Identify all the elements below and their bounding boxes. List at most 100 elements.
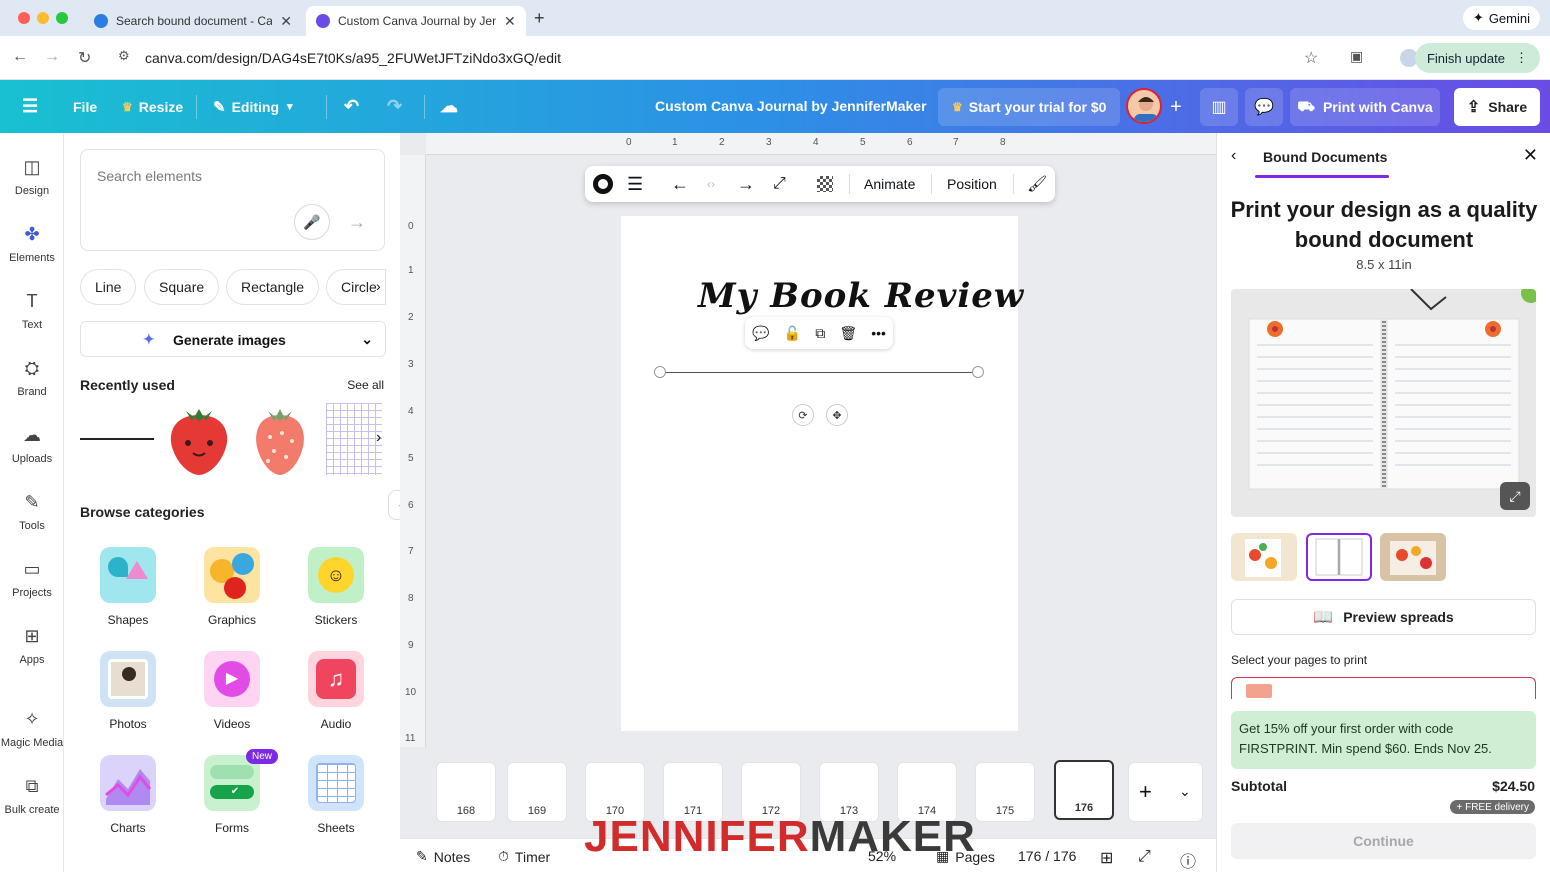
page-thumbnail-active[interactable]: 176 xyxy=(1054,760,1114,820)
finish-update-button[interactable]: Finish update ⋮ xyxy=(1414,43,1540,73)
grid-paper-element[interactable] xyxy=(326,403,382,475)
new-tab-button[interactable]: + xyxy=(534,8,545,29)
transparency-icon[interactable] xyxy=(817,166,833,202)
expand-icon[interactable]: ⤢ xyxy=(1500,482,1530,510)
rail-item-bulk-create[interactable]: ⧉ Bulk create xyxy=(0,776,64,816)
browser-tab-journal[interactable]: Custom Canva Journal by JenniferMaker ✕ xyxy=(306,6,526,36)
close-icon[interactable]: ✕ xyxy=(1523,145,1538,166)
rotate-icon[interactable]: ⟳ xyxy=(792,404,814,426)
chevron-right-icon[interactable]: › xyxy=(376,429,381,447)
animate-button[interactable]: Animate xyxy=(864,166,915,202)
variant-interior-option-selected[interactable] xyxy=(1306,533,1372,581)
selected-line-element[interactable] xyxy=(660,372,978,373)
rail-item-projects[interactable]: ▭ Projects xyxy=(0,559,64,599)
editing-mode-dropdown[interactable]: ✎ Editing ▾ xyxy=(213,80,293,133)
continue-button[interactable]: Continue xyxy=(1231,823,1536,859)
rail-item-brand[interactable]: ⛭ Brand xyxy=(0,358,64,398)
cast-icon[interactable]: ▣ xyxy=(1350,48,1363,65)
user-avatar[interactable] xyxy=(1126,88,1162,124)
page-thumbnail[interactable]: 169 xyxy=(507,762,567,822)
timer-button[interactable]: ⏱ Timer xyxy=(498,848,550,865)
resize-button[interactable]: ♛ Resize xyxy=(122,80,183,133)
see-all-link[interactable]: See all xyxy=(347,378,384,392)
preview-spreads-button[interactable]: 📖 Preview spreads xyxy=(1231,599,1536,635)
move-icon[interactable]: ✥ xyxy=(826,404,848,426)
close-window-button[interactable] xyxy=(18,12,30,24)
cloud-saved-icon[interactable]: ☁ xyxy=(440,80,458,133)
site-settings-icon[interactable]: ⚙ xyxy=(118,48,130,64)
menu-hamburger-icon[interactable]: ☰ xyxy=(22,80,38,133)
chip-square[interactable]: Square xyxy=(144,269,220,305)
tab-bound-documents[interactable]: Bound Documents xyxy=(1263,149,1387,165)
back-chevron-icon[interactable]: ‹ xyxy=(1231,147,1236,165)
line-style-icon[interactable]: ⤢ xyxy=(773,166,786,202)
redo-icon[interactable]: ↷ xyxy=(387,80,402,133)
trash-icon[interactable]: 🗑 xyxy=(839,325,857,342)
search-elements-box[interactable]: Search elements 🎤 → xyxy=(80,149,385,251)
page-headline-text[interactable]: My Book Review xyxy=(698,276,1024,316)
search-input[interactable]: Search elements xyxy=(97,168,202,184)
category-stickers[interactable]: ☺ Stickers xyxy=(284,547,388,627)
rail-item-text[interactable]: T Text xyxy=(0,291,64,331)
rail-item-elements[interactable]: ✤ Elements xyxy=(0,224,64,264)
close-tab-icon[interactable]: ✕ xyxy=(280,13,292,30)
variant-lifestyle-option[interactable] xyxy=(1380,533,1446,581)
generate-images-button[interactable]: ✦ Generate images ⌄ xyxy=(80,321,386,357)
rail-item-apps[interactable]: ⊞ Apps xyxy=(0,626,64,666)
page-thumbnail[interactable]: 175 xyxy=(975,762,1035,822)
add-page-button[interactable]: + ⌄ xyxy=(1128,762,1203,822)
gemini-button[interactable]: ✦ Gemini xyxy=(1462,6,1540,30)
comment-add-icon[interactable]: 💬 xyxy=(752,325,769,342)
minimize-window-button[interactable] xyxy=(37,12,49,24)
paint-roller-icon[interactable]: 🖌 xyxy=(1027,166,1047,202)
category-shapes[interactable]: Shapes xyxy=(76,547,180,627)
chip-rectangle[interactable]: Rectangle xyxy=(226,269,320,305)
category-graphics[interactable]: Graphics xyxy=(180,547,284,627)
maximize-window-button[interactable] xyxy=(56,12,68,24)
recent-line-element[interactable] xyxy=(80,438,154,440)
line-weight-icon[interactable]: ☰ xyxy=(627,166,643,202)
variant-cover-option[interactable] xyxy=(1231,533,1297,581)
undo-icon[interactable]: ↶ xyxy=(344,80,359,133)
comments-icon[interactable]: 💬 xyxy=(1245,88,1283,126)
strawberry-sticker[interactable] xyxy=(166,401,232,477)
forward-arrow-icon[interactable]: → xyxy=(44,48,60,66)
grid-view-icon[interactable]: ⊞ xyxy=(1100,848,1113,868)
arrow-right-icon[interactable]: → xyxy=(339,204,375,240)
share-button[interactable]: ⇪ Share xyxy=(1454,88,1540,126)
rail-item-uploads[interactable]: ☁ Uploads xyxy=(0,425,64,465)
close-tab-icon[interactable]: ✕ xyxy=(504,13,516,30)
notes-button[interactable]: ✎ Notes xyxy=(416,848,470,865)
start-trial-button[interactable]: ♛ Start your trial for $0 xyxy=(938,88,1121,126)
back-arrow-icon[interactable]: ← xyxy=(12,48,28,66)
line-end-handle[interactable] xyxy=(972,366,984,378)
category-audio[interactable]: ♫ Audio xyxy=(284,651,388,731)
print-with-canva-button[interactable]: ⛟ Print with Canva xyxy=(1290,88,1440,126)
chevron-down-icon[interactable]: ⌄ xyxy=(361,331,373,348)
line-end-arrow-icon[interactable]: → xyxy=(737,166,755,202)
line-start-arrow-icon[interactable]: ← xyxy=(671,166,689,202)
category-photos[interactable]: Photos xyxy=(76,651,180,731)
fullscreen-icon[interactable]: ⤢ xyxy=(1138,848,1151,866)
category-videos[interactable]: ▶ Videos xyxy=(180,651,284,731)
category-sheets[interactable]: Sheets xyxy=(284,755,388,835)
duplicate-icon[interactable]: ⧉ xyxy=(815,325,825,342)
category-forms[interactable]: ✔ Forms New xyxy=(180,749,284,835)
position-button[interactable]: Position xyxy=(947,166,997,202)
page-selection-field[interactable] xyxy=(1231,677,1536,699)
line-start-handle[interactable] xyxy=(654,366,666,378)
chevron-down-icon[interactable]: ⌄ xyxy=(1179,783,1191,800)
rail-item-design[interactable]: ◫ Design xyxy=(0,157,64,197)
more-options-icon[interactable]: ••• xyxy=(871,325,886,341)
line-color-swatch[interactable] xyxy=(593,166,613,202)
rail-item-magic-media[interactable]: ✧ Magic Media xyxy=(0,709,64,749)
url-field[interactable]: canva.com/design/DAG4sE7t0Ks/a95_2FUWetJ… xyxy=(145,50,561,66)
microphone-icon[interactable]: 🎤 xyxy=(294,204,330,240)
lock-icon[interactable]: 🔓 xyxy=(784,325,801,342)
file-menu[interactable]: File xyxy=(73,80,97,133)
line-type-icon[interactable]: ‹› xyxy=(707,166,715,202)
rail-item-tools[interactable]: ✎ Tools xyxy=(0,492,64,532)
analytics-icon[interactable]: ▥ xyxy=(1200,88,1238,126)
chip-line[interactable]: Line xyxy=(80,269,137,305)
bookmark-star-icon[interactable]: ☆ xyxy=(1304,48,1318,68)
